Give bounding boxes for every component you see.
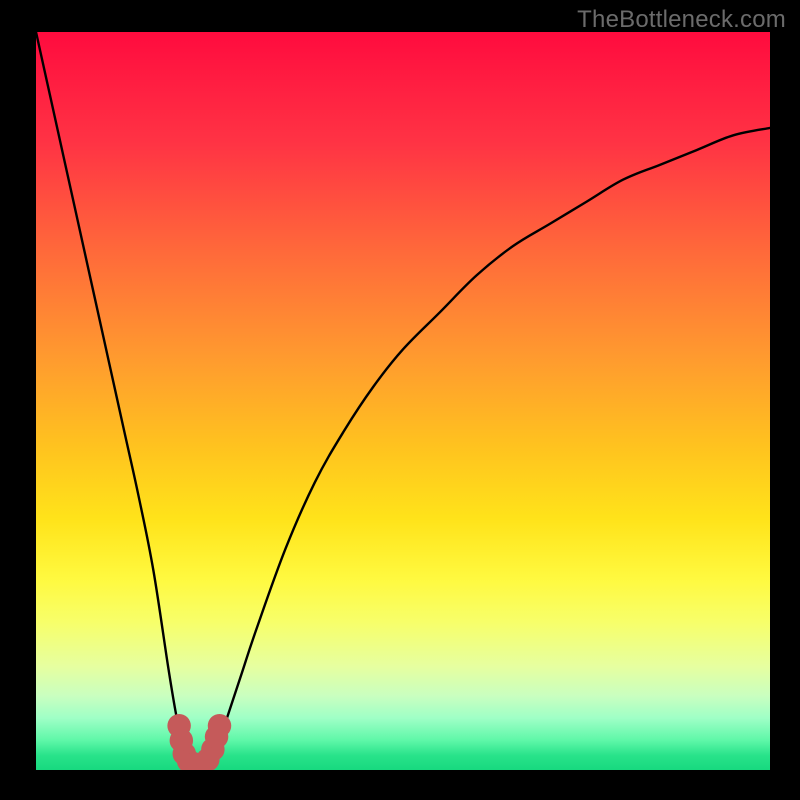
valley-marker [208,714,231,737]
watermark-text: TheBottleneck.com [577,6,786,34]
plot-area [36,32,770,770]
chart-frame: TheBottleneck.com [0,0,800,800]
bottleneck-curve [36,32,770,770]
